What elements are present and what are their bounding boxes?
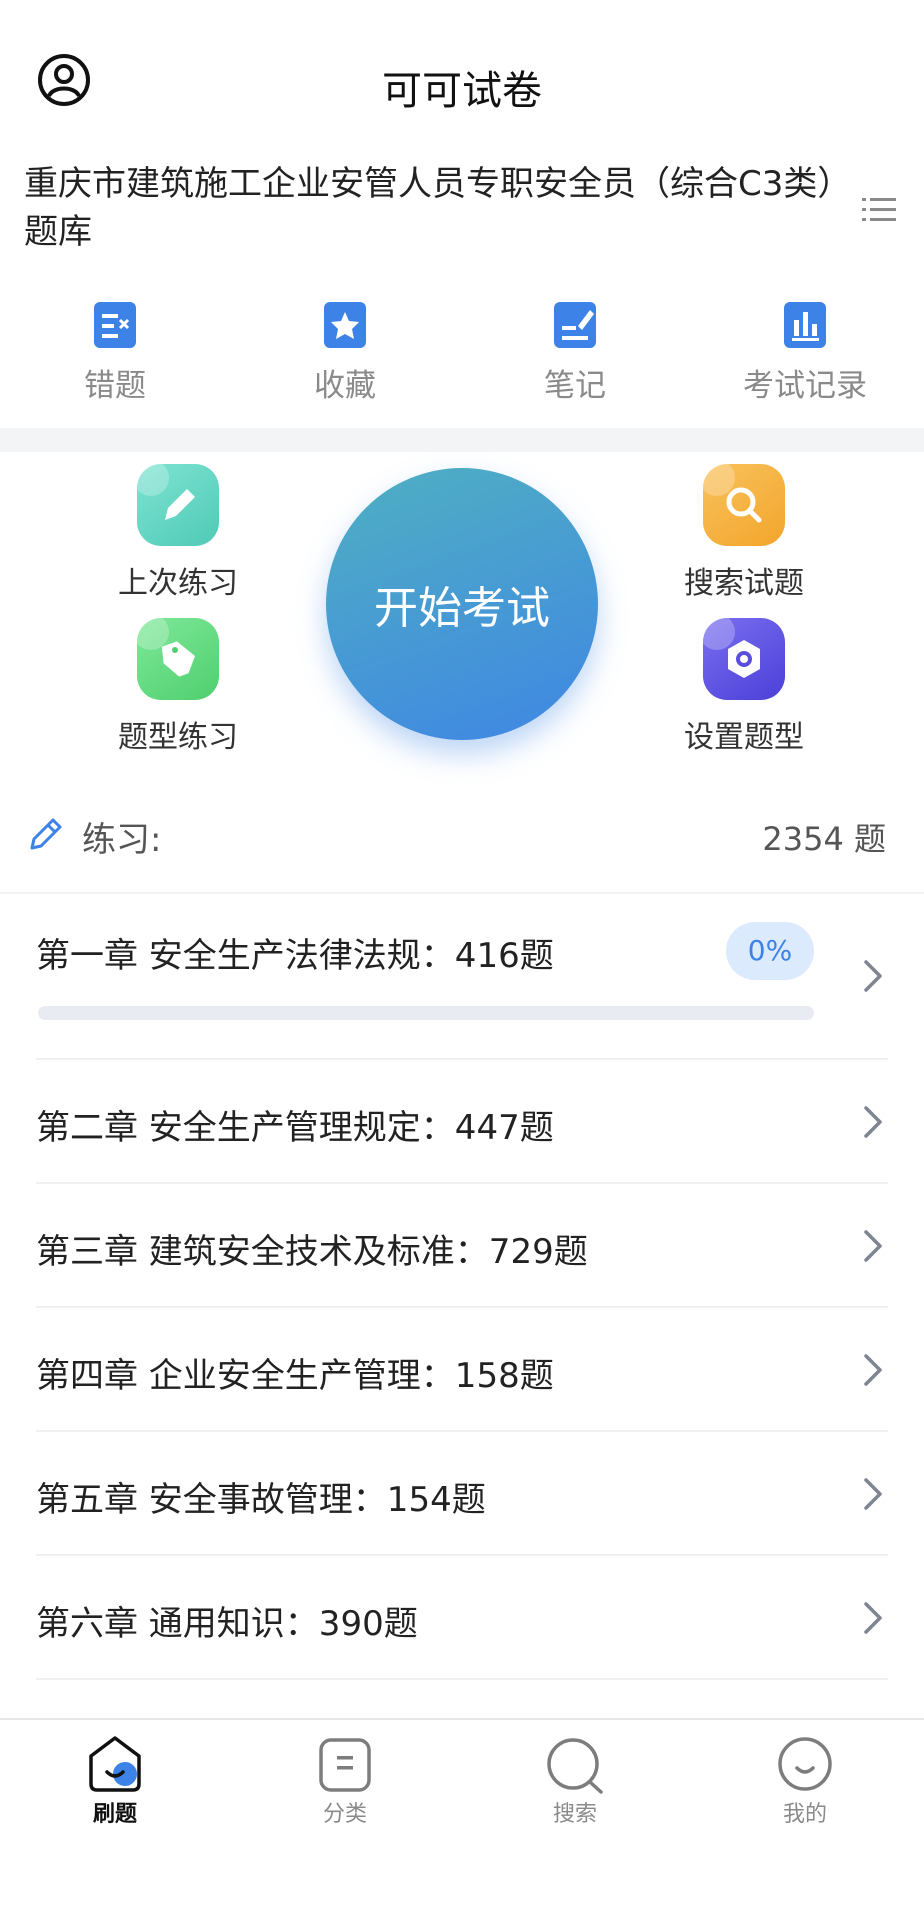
practice-count: 2354 题	[762, 820, 886, 858]
tool-label: 考试记录	[743, 368, 867, 404]
chapter-title: 第四章 企业安全生产管理：158题	[36, 1356, 554, 1396]
chapter-title: 第二章 安全生产管理规定：447题	[36, 1108, 554, 1148]
chapter-title: 第五章 安全事故管理：154题	[36, 1480, 486, 1520]
progress-badge: 0%	[726, 922, 814, 980]
chapter-item[interactable]: 第三章 建筑安全技术及标准：729题	[36, 1184, 888, 1308]
chapter-item[interactable]: 第六章 通用知识：390题	[36, 1556, 888, 1680]
chapter-item[interactable]: 第四章 企业安全生产管理：158题	[36, 1308, 888, 1432]
chevron-right-icon	[862, 1352, 884, 1388]
start-exam-label: 开始考试	[374, 583, 550, 634]
chapter-item[interactable]: 第二章 安全生产管理规定：447题	[36, 1060, 888, 1184]
search-questions-button[interactable]: 搜索试题	[644, 464, 844, 602]
tool-favorites[interactable]: 收藏	[270, 300, 420, 410]
document-list-icon	[315, 1734, 375, 1794]
chevron-right-icon	[862, 1600, 884, 1636]
nav-tab-practice[interactable]: 刷题	[40, 1734, 190, 1828]
header: 可可试卷	[0, 0, 924, 160]
practice-header: 练习: 2354 题	[0, 800, 924, 870]
action-label: 上次练习	[118, 566, 238, 601]
nav-tab-search[interactable]: 搜索	[500, 1734, 650, 1828]
action-label: 题型练习	[118, 720, 238, 755]
practice-label: 练习:	[82, 820, 162, 860]
favorites-star-icon	[322, 300, 368, 350]
nav-tab-category[interactable]: 分类	[270, 1734, 420, 1828]
nav-label: 刷题	[92, 1802, 137, 1827]
tool-label: 错题	[84, 368, 146, 404]
bar-chart-icon	[782, 300, 828, 350]
notes-edit-icon	[552, 300, 598, 350]
progress-bar	[38, 1006, 814, 1020]
chevron-right-icon	[862, 1104, 884, 1140]
bottom-navigation: 刷题 分类 搜索 我的	[0, 1718, 924, 1922]
section-divider	[0, 428, 924, 452]
tool-label: 收藏	[314, 368, 376, 404]
start-exam-button[interactable]: 开始考试	[326, 468, 598, 740]
smiley-face-icon	[775, 1734, 835, 1794]
tool-notes[interactable]: 笔记	[500, 300, 650, 410]
chevron-right-icon	[862, 1476, 884, 1512]
pencil-icon	[137, 464, 219, 546]
set-question-type-button[interactable]: 设置题型	[644, 618, 844, 756]
action-label: 搜索试题	[684, 566, 804, 601]
tool-wrong-questions[interactable]: 错题	[40, 300, 190, 410]
question-bank-title[interactable]: 重庆市建筑施工企业安管人员专职安全员（综合C3类）题库	[24, 160, 864, 256]
nav-label: 分类	[322, 1802, 367, 1827]
list-menu-icon[interactable]	[862, 195, 896, 225]
chapter-title: 第六章 通用知识：390题	[36, 1604, 418, 1644]
edit-pencil-icon	[26, 814, 66, 854]
tool-exam-records[interactable]: 考试记录	[730, 300, 880, 410]
page-title: 可可试卷	[382, 68, 542, 114]
divider	[36, 1678, 888, 1680]
chapter-item[interactable]: 第五章 安全事故管理：154题	[36, 1432, 888, 1556]
nav-label: 我的	[782, 1802, 827, 1827]
search-icon	[545, 1734, 605, 1794]
tool-label: 笔记	[544, 368, 606, 404]
action-label: 设置题型	[684, 720, 804, 755]
home-house-icon	[85, 1734, 145, 1794]
chapter-item[interactable]: 第一章 安全生产法律法规：416题 0%	[36, 894, 888, 1060]
type-practice-button[interactable]: 题型练习	[78, 618, 278, 756]
chapter-title: 第一章 安全生产法律法规：416题	[36, 936, 554, 976]
nav-label: 搜索	[552, 1802, 597, 1827]
chapter-title: 第三章 建筑安全技术及标准：729题	[36, 1232, 588, 1272]
search-icon	[703, 464, 785, 546]
chevron-right-icon	[862, 958, 884, 994]
chevron-right-icon	[862, 1228, 884, 1264]
last-practice-button[interactable]: 上次练习	[78, 464, 278, 602]
wrong-questions-icon	[92, 300, 138, 350]
nav-tab-mine[interactable]: 我的	[730, 1734, 880, 1828]
settings-hexagon-icon	[703, 618, 785, 700]
tag-icon	[137, 618, 219, 700]
